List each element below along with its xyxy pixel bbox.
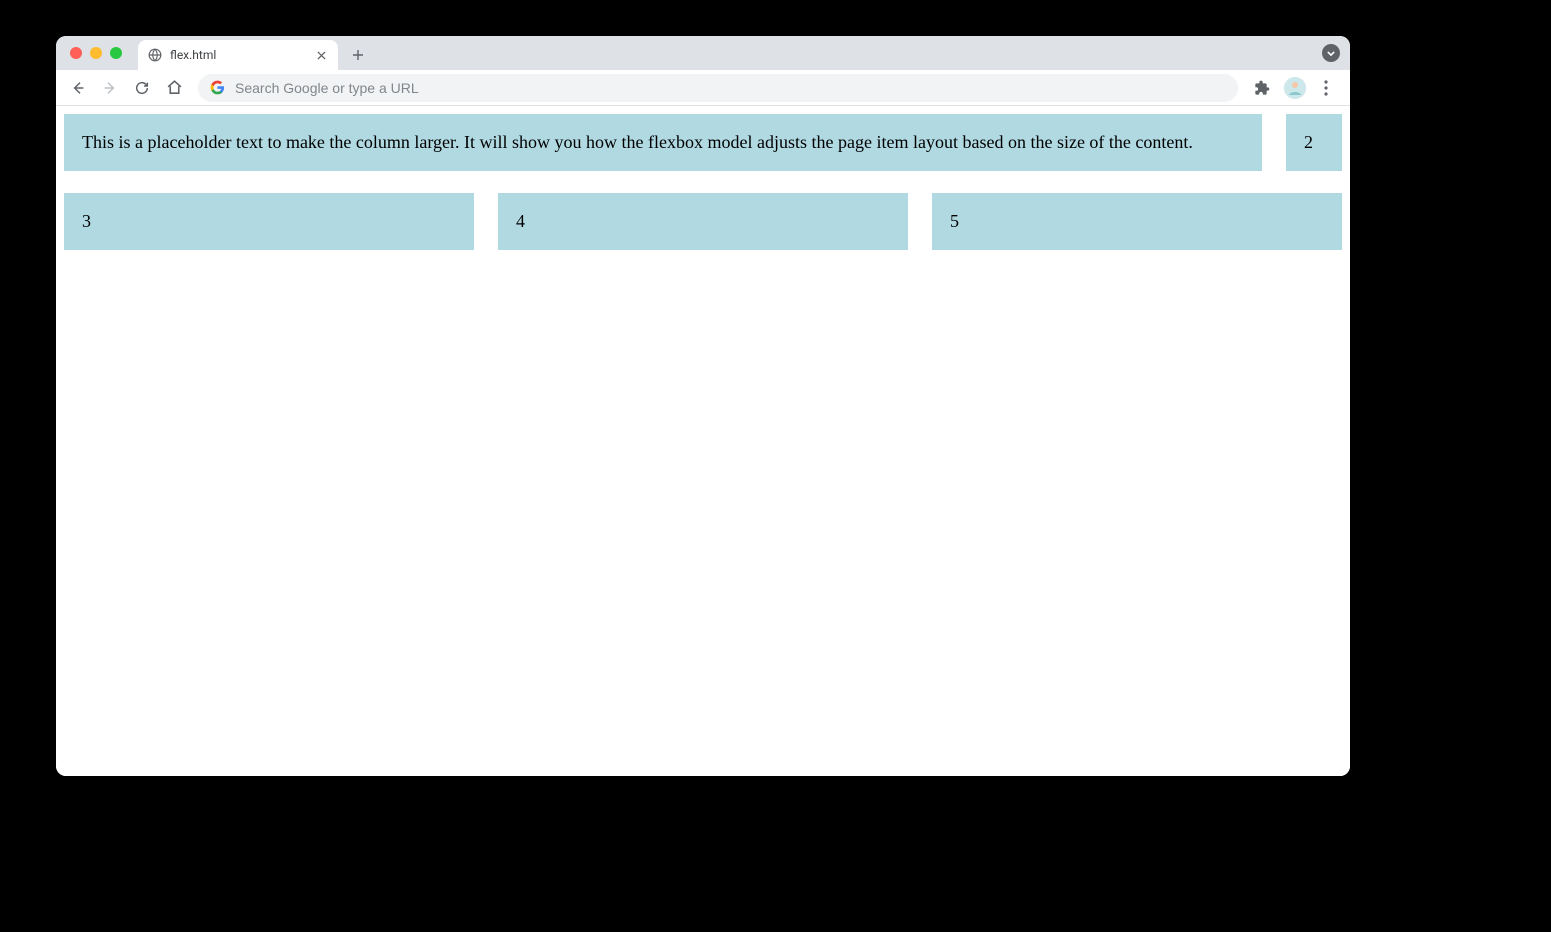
browser-window: flex.html (56, 36, 1350, 776)
address-input[interactable] (235, 80, 1226, 96)
flex-row-2: 3 4 5 (64, 193, 1342, 250)
flex-box-1-text: This is a placeholder text to make the c… (82, 132, 1193, 152)
flex-demo: This is a placeholder text to make the c… (64, 114, 1342, 250)
extensions-button[interactable] (1248, 74, 1276, 102)
flex-box-1: This is a placeholder text to make the c… (64, 114, 1262, 171)
tab-bar: flex.html (56, 36, 1350, 70)
page-viewport: This is a placeholder text to make the c… (56, 106, 1350, 776)
flex-row-1: This is a placeholder text to make the c… (64, 114, 1342, 171)
address-bar[interactable] (198, 74, 1238, 102)
globe-icon (148, 48, 162, 62)
reload-button[interactable] (128, 74, 156, 102)
google-icon (210, 80, 225, 95)
flex-box-2: 2 (1286, 114, 1342, 171)
tab-overflow[interactable] (1322, 44, 1340, 62)
flex-box-4-text: 4 (516, 211, 525, 231)
browser-tab[interactable]: flex.html (138, 40, 338, 70)
window-maximize-button[interactable] (110, 47, 122, 59)
flex-box-5-text: 5 (950, 211, 959, 231)
flex-box-3-text: 3 (82, 211, 91, 231)
profile-avatar[interactable] (1284, 77, 1306, 99)
flex-box-2-text: 2 (1304, 132, 1313, 152)
menu-button[interactable] (1314, 80, 1338, 96)
tab-title: flex.html (170, 48, 306, 62)
window-close-button[interactable] (70, 47, 82, 59)
toolbar-right (1248, 74, 1342, 102)
window-minimize-button[interactable] (90, 47, 102, 59)
flex-box-4: 4 (498, 193, 908, 250)
forward-button[interactable] (96, 74, 124, 102)
back-button[interactable] (64, 74, 92, 102)
close-icon[interactable] (314, 48, 328, 62)
chevron-down-icon (1322, 44, 1340, 62)
flex-box-5: 5 (932, 193, 1342, 250)
window-controls (70, 47, 122, 59)
browser-toolbar (56, 70, 1350, 106)
new-tab-button[interactable] (344, 41, 372, 69)
flex-box-3: 3 (64, 193, 474, 250)
home-button[interactable] (160, 74, 188, 102)
